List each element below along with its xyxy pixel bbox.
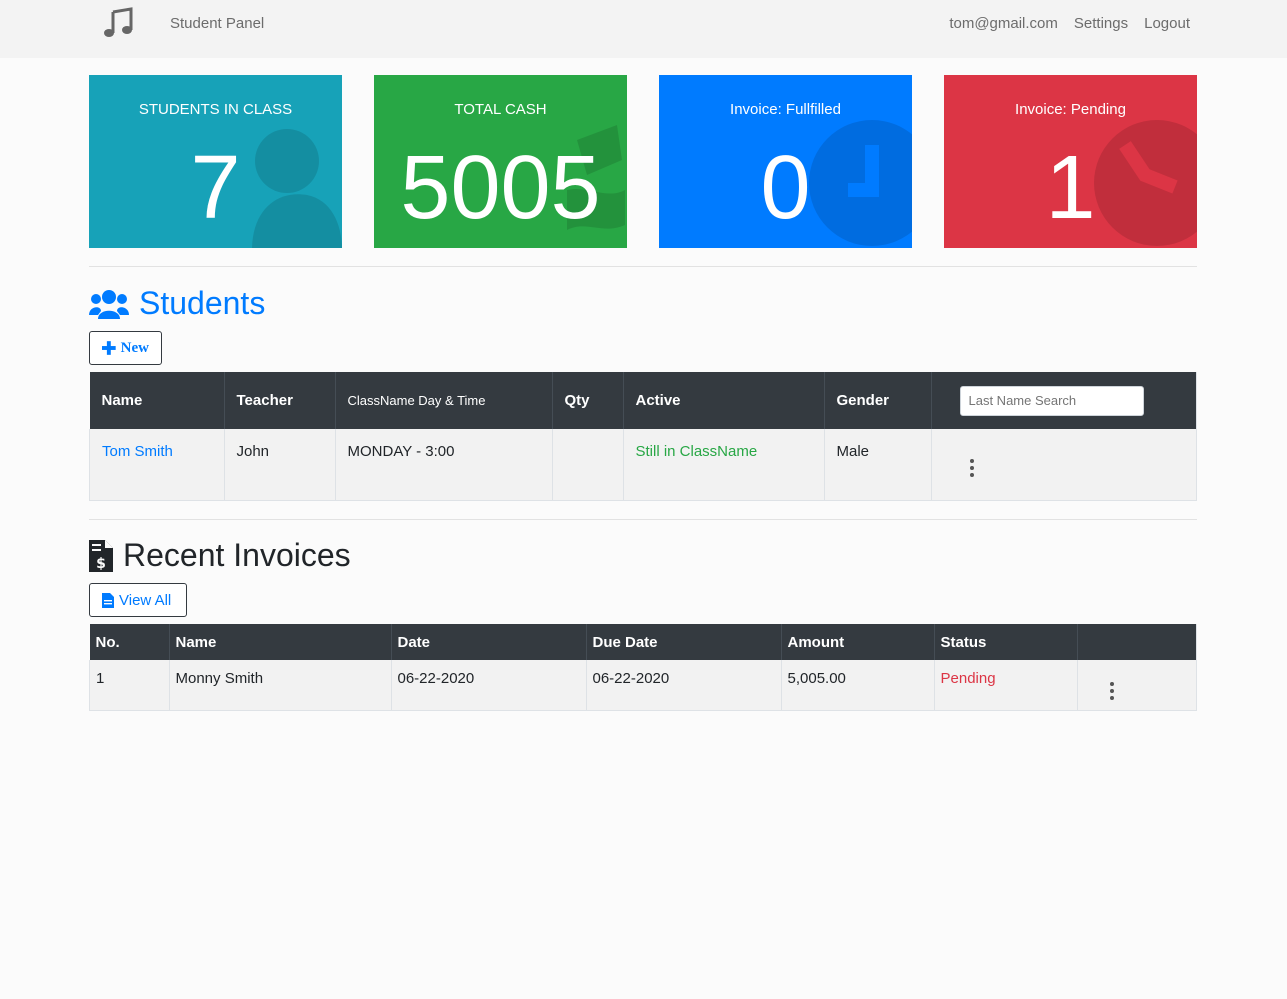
more-options-icon[interactable] (1108, 682, 1116, 700)
student-day-time: MONDAY - 3:00 (335, 429, 553, 501)
invoice-amount: 5,005.00 (781, 660, 935, 711)
col-header-actions (1077, 624, 1197, 660)
student-gender: Male (824, 429, 932, 501)
file-icon (102, 592, 114, 608)
invoice-actions-cell (1077, 660, 1197, 711)
col-header-name[interactable]: Name (169, 624, 392, 660)
col-header-name[interactable]: Name (89, 372, 225, 429)
card-title: Invoice: Pending (1015, 101, 1126, 118)
invoice-name: Monny Smith (169, 660, 392, 711)
col-header-no[interactable]: No. (89, 624, 170, 660)
card-title: Invoice: Fullfilled (730, 101, 841, 118)
col-header-search (931, 372, 1197, 429)
card-total-cash: TOTAL CASH 5005 (374, 75, 627, 248)
col-header-status[interactable]: Status (934, 624, 1078, 660)
user-email-link[interactable]: tom@gmail.com (949, 15, 1058, 32)
card-value: 0 (760, 138, 811, 238)
table-row: 1 Monny Smith 06-22-2020 06-22-2020 5,00… (89, 660, 1197, 711)
student-qty (552, 429, 624, 501)
invoice-date: 06-22-2020 (391, 660, 587, 711)
plus-icon (102, 341, 116, 355)
users-icon (89, 289, 129, 319)
col-header-date[interactable]: Date (391, 624, 587, 660)
table-header-row: No. Name Date Due Date Amount Status (89, 624, 1197, 660)
more-options-icon[interactable] (968, 459, 976, 477)
table-header-row: Name Teacher ClassName Day & Time Qty Ac… (89, 372, 1197, 429)
card-invoice-pending: Invoice: Pending 1 (944, 75, 1197, 248)
students-table: Name Teacher ClassName Day & Time Qty Ac… (89, 372, 1197, 501)
student-actions-cell (931, 429, 1197, 501)
col-header-day-time[interactable]: ClassName Day & Time (335, 372, 553, 429)
logout-link[interactable]: Logout (1144, 15, 1190, 32)
invoice-status: Pending (934, 660, 1078, 711)
student-teacher: John (224, 429, 336, 501)
divider (89, 266, 1197, 267)
card-value: 5005 (400, 138, 601, 238)
new-button-label: New (120, 339, 149, 356)
table-row: Tom Smith John MONDAY - 3:00 Still in Cl… (89, 429, 1197, 501)
invoices-table: No. Name Date Due Date Amount Status 1 M… (89, 624, 1197, 711)
col-header-amount[interactable]: Amount (781, 624, 935, 660)
card-value: 7 (190, 138, 241, 238)
card-title: STUDENTS IN CLASS (138, 101, 293, 118)
student-name-link[interactable]: Tom Smith (89, 429, 225, 501)
svg-text:$: $ (96, 556, 106, 572)
music-note-icon[interactable] (101, 6, 135, 40)
card-value: 1 (1045, 138, 1096, 238)
invoice-due-date: 06-22-2020 (586, 660, 782, 711)
new-student-button[interactable]: New (89, 331, 162, 365)
col-header-teacher[interactable]: Teacher (224, 372, 336, 429)
invoice-no: 1 (89, 660, 170, 711)
col-header-gender[interactable]: Gender (824, 372, 932, 429)
card-students-in-class: STUDENTS IN CLASS 7 (89, 75, 342, 248)
col-header-qty[interactable]: Qty (552, 372, 624, 429)
col-header-due-date[interactable]: Due Date (586, 624, 782, 660)
invoices-title: Recent Invoices (123, 537, 351, 573)
students-heading: Students (89, 285, 265, 322)
invoices-heading: $ Recent Invoices (89, 537, 351, 574)
invoice-dollar-icon: $ (89, 539, 113, 572)
student-active-status: Still in ClassName (623, 429, 825, 501)
view-all-label: View All (119, 591, 172, 609)
last-name-search-input[interactable] (959, 385, 1144, 416)
students-title: Students (139, 285, 266, 321)
card-invoice-fulfilled: Invoice: Fullfilled 0 (659, 75, 912, 248)
settings-link[interactable]: Settings (1074, 15, 1128, 32)
divider (89, 519, 1197, 520)
nav-links: tom@gmail.com Settings Logout (949, 15, 1190, 32)
brand-name[interactable]: Student Panel (170, 15, 264, 32)
view-all-invoices-button[interactable]: View All (89, 583, 187, 617)
col-header-active[interactable]: Active (623, 372, 825, 429)
navbar: Student Panel tom@gmail.com Settings Log… (0, 0, 1287, 58)
card-title: TOTAL CASH (454, 101, 547, 118)
